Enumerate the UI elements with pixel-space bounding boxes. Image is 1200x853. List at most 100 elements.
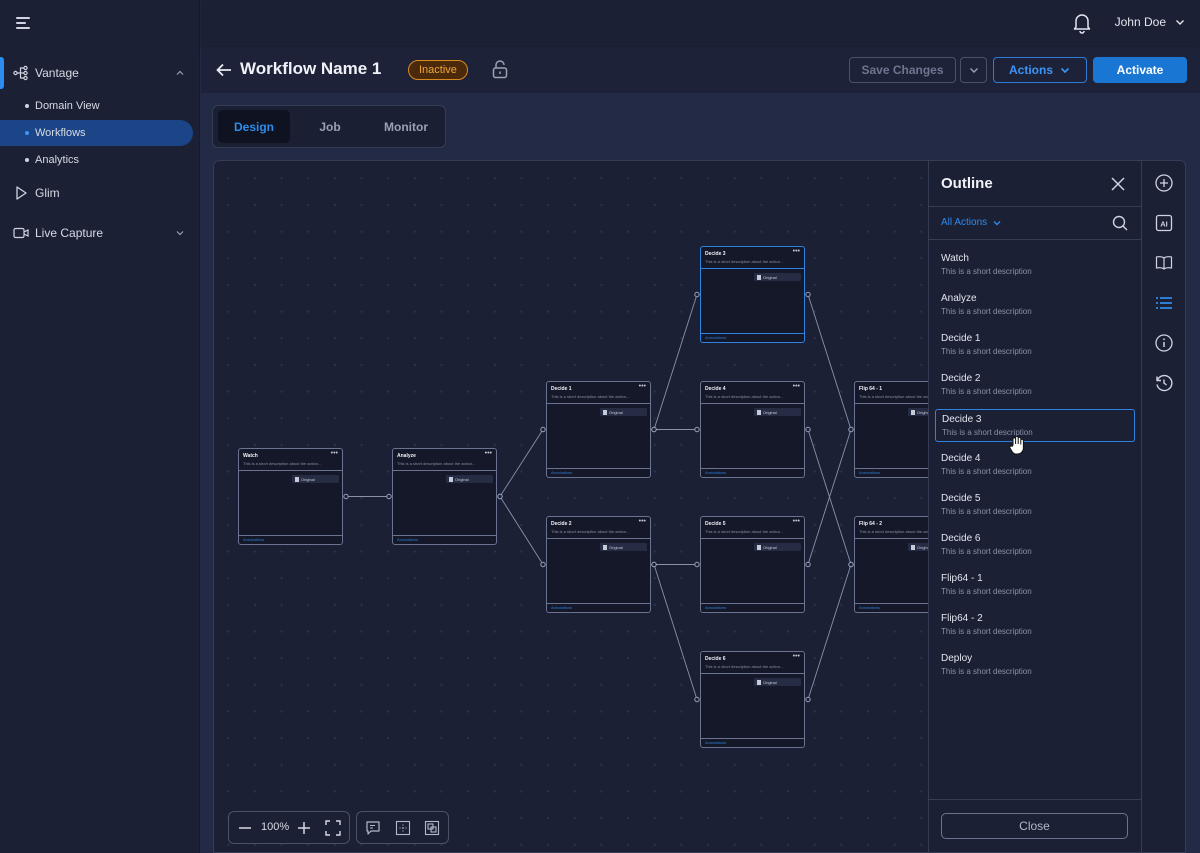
history-icon[interactable] (1155, 374, 1173, 392)
info-icon[interactable] (1155, 334, 1173, 352)
sidebar-item-glim[interactable]: Glim (0, 178, 200, 208)
workflow-node[interactable]: Analyze ••• This is a short description ab… (392, 448, 497, 545)
outline-item[interactable]: Watch This is a short description (935, 249, 1135, 282)
node-annotations-link[interactable]: Annotations (547, 603, 650, 612)
sidebar-subitem-workflows[interactable]: Workflows (0, 120, 193, 146)
chevron-up-icon[interactable] (174, 67, 186, 79)
actions-label: Actions (1008, 63, 1053, 77)
edge-port[interactable] (540, 426, 546, 433)
outline-item[interactable]: Decide 3 This is a short description (935, 409, 1135, 442)
workflow-node[interactable]: Decide 1 ••• This is a short description a… (546, 381, 651, 478)
edge-port[interactable] (540, 561, 546, 568)
sidebar-item-label: Vantage (35, 66, 79, 80)
zoom-in-icon[interactable] (296, 820, 312, 836)
edge-port[interactable] (694, 291, 700, 298)
workflow-node[interactable]: Decide 2 ••• This is a short description a… (546, 516, 651, 613)
edge-port[interactable] (694, 561, 700, 568)
unlock-icon[interactable] (492, 60, 508, 79)
edge-port[interactable] (805, 426, 811, 433)
list-icon[interactable] (1155, 294, 1173, 312)
edge-port[interactable] (694, 696, 700, 703)
tab-job[interactable]: Job (296, 110, 364, 143)
save-changes-button[interactable]: Save Changes (849, 57, 956, 83)
sidebar-subitem-analytics[interactable]: Analytics (0, 147, 193, 173)
outline-item[interactable]: Analyze This is a short description (935, 289, 1135, 322)
node-tag-label: Original (763, 274, 777, 280)
workflow-node[interactable]: Decide 3 ••• This is a short description a… (700, 246, 805, 343)
edge-line[interactable] (653, 564, 698, 700)
edge-port[interactable] (386, 493, 392, 500)
book-icon[interactable] (1155, 254, 1173, 272)
ai-icon[interactable]: AI (1155, 214, 1173, 232)
add-circle-icon[interactable] (1155, 174, 1173, 192)
edge-port[interactable] (805, 561, 811, 568)
node-annotations-link[interactable]: Annotations (239, 535, 342, 544)
close-icon[interactable] (1110, 176, 1126, 192)
workflow-node[interactable]: Decide 6 ••• This is a short description a… (700, 651, 805, 748)
activate-button[interactable]: Activate (1093, 57, 1187, 83)
search-icon[interactable] (1112, 215, 1128, 231)
outline-item[interactable]: Flip64 - 2 This is a short description (935, 609, 1135, 642)
sidebar-item-vantage[interactable]: Vantage (0, 58, 200, 88)
grid-snap-icon[interactable] (395, 820, 411, 836)
actions-button[interactable]: Actions (993, 57, 1087, 83)
workflow-node[interactable]: Decide 4 ••• This is a short description a… (700, 381, 805, 478)
node-annotations-link[interactable]: Annotations (701, 468, 804, 477)
more-options-icon[interactable]: ••• (793, 653, 800, 660)
more-options-icon[interactable]: ••• (639, 383, 646, 390)
outline-item[interactable]: Decide 2 This is a short description (935, 369, 1135, 402)
edge-line[interactable] (499, 496, 544, 565)
edge-port[interactable] (497, 493, 503, 500)
node-annotations-link[interactable]: Annotations (393, 535, 496, 544)
node-header: Watch ••• This is a short description abou… (239, 449, 342, 471)
workflow-node[interactable]: Watch ••• This is a short description abou… (238, 448, 343, 545)
node-annotations-link[interactable]: Annotations (547, 468, 650, 477)
back-arrow-icon[interactable] (215, 61, 233, 79)
node-annotations-link[interactable]: Annotations (701, 738, 804, 747)
more-options-icon[interactable]: ••• (793, 518, 800, 525)
more-options-icon[interactable]: ••• (485, 450, 492, 457)
chevron-down-icon[interactable] (174, 227, 186, 239)
save-options-button[interactable] (960, 57, 987, 83)
edge-port[interactable] (805, 696, 811, 703)
sidebar-subitem-domain-view[interactable]: Domain View (0, 93, 193, 119)
outline-item[interactable]: Flip64 - 1 This is a short description (935, 569, 1135, 602)
action-filter-dropdown[interactable]: All Actions (941, 217, 1002, 228)
edge-line[interactable] (807, 294, 852, 430)
outline-item[interactable]: Decide 5 This is a short description (935, 489, 1135, 522)
edge-port[interactable] (651, 561, 657, 568)
outline-item[interactable]: Decide 4 This is a short description (935, 449, 1135, 482)
edge-port[interactable] (848, 561, 854, 568)
edge-line[interactable] (653, 294, 698, 430)
workflow-canvas[interactable]: Watch ••• This is a short description abou… (213, 160, 1186, 853)
node-annotations-link[interactable]: Annotations (701, 333, 804, 342)
node-annotations-link[interactable]: Annotations (701, 603, 804, 612)
edge-port[interactable] (805, 291, 811, 298)
tab-monitor[interactable]: Monitor (370, 110, 442, 143)
edge-port[interactable] (694, 426, 700, 433)
more-options-icon[interactable]: ••• (793, 383, 800, 390)
comment-icon[interactable] (365, 820, 381, 836)
more-options-icon[interactable]: ••• (639, 518, 646, 525)
zoom-out-icon[interactable] (237, 820, 253, 836)
outline-item[interactable]: Decide 1 This is a short description (935, 329, 1135, 362)
sidebar-item-live-capture[interactable]: Live Capture (0, 218, 200, 248)
close-button[interactable]: Close (941, 813, 1128, 839)
outline-item[interactable]: Decide 6 This is a short description (935, 529, 1135, 562)
edge-port[interactable] (848, 426, 854, 433)
bell-icon[interactable] (1072, 12, 1092, 34)
menu-icon[interactable] (16, 16, 32, 30)
edge-port[interactable] (343, 493, 349, 500)
more-options-icon[interactable]: ••• (793, 248, 800, 255)
workflow-node[interactable]: Decide 5 ••• This is a short description a… (700, 516, 805, 613)
fit-screen-icon[interactable] (325, 820, 341, 836)
more-options-icon[interactable]: ••• (331, 450, 338, 457)
edge-port[interactable] (651, 426, 657, 433)
layers-icon[interactable] (424, 820, 440, 836)
edge-line[interactable] (807, 564, 852, 700)
outline-item[interactable]: Deploy This is a short description (935, 649, 1135, 682)
user-menu[interactable]: John Doe (1115, 15, 1186, 29)
edge-line[interactable] (499, 429, 544, 497)
tab-design[interactable]: Design (218, 110, 290, 143)
node-tag-label: Original (763, 679, 777, 685)
